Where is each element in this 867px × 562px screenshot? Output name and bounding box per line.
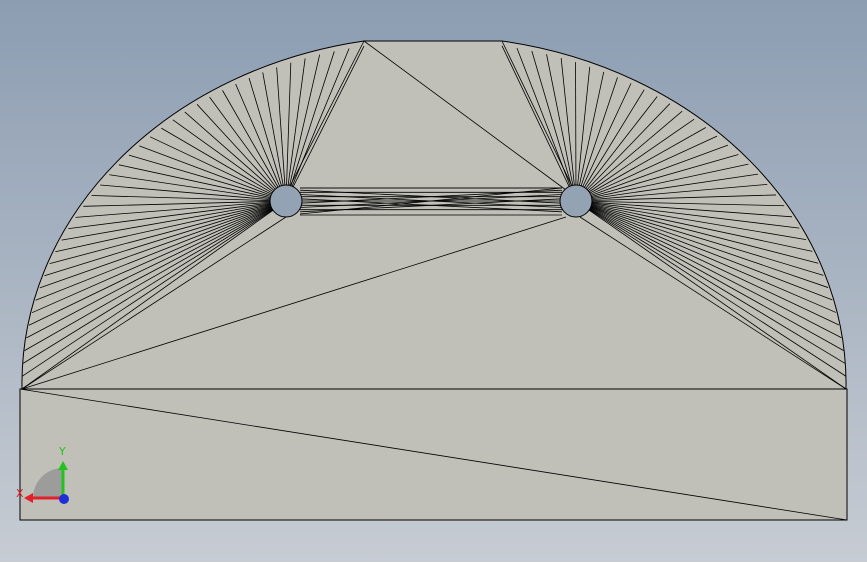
hole-left[interactable] (269, 184, 303, 218)
x-axis-label: X (16, 487, 24, 500)
y-axis-label: Y (58, 445, 66, 458)
graphics-viewport[interactable]: X Y (0, 0, 867, 562)
z-axis-dot (59, 494, 69, 504)
hole-right[interactable] (559, 184, 593, 218)
